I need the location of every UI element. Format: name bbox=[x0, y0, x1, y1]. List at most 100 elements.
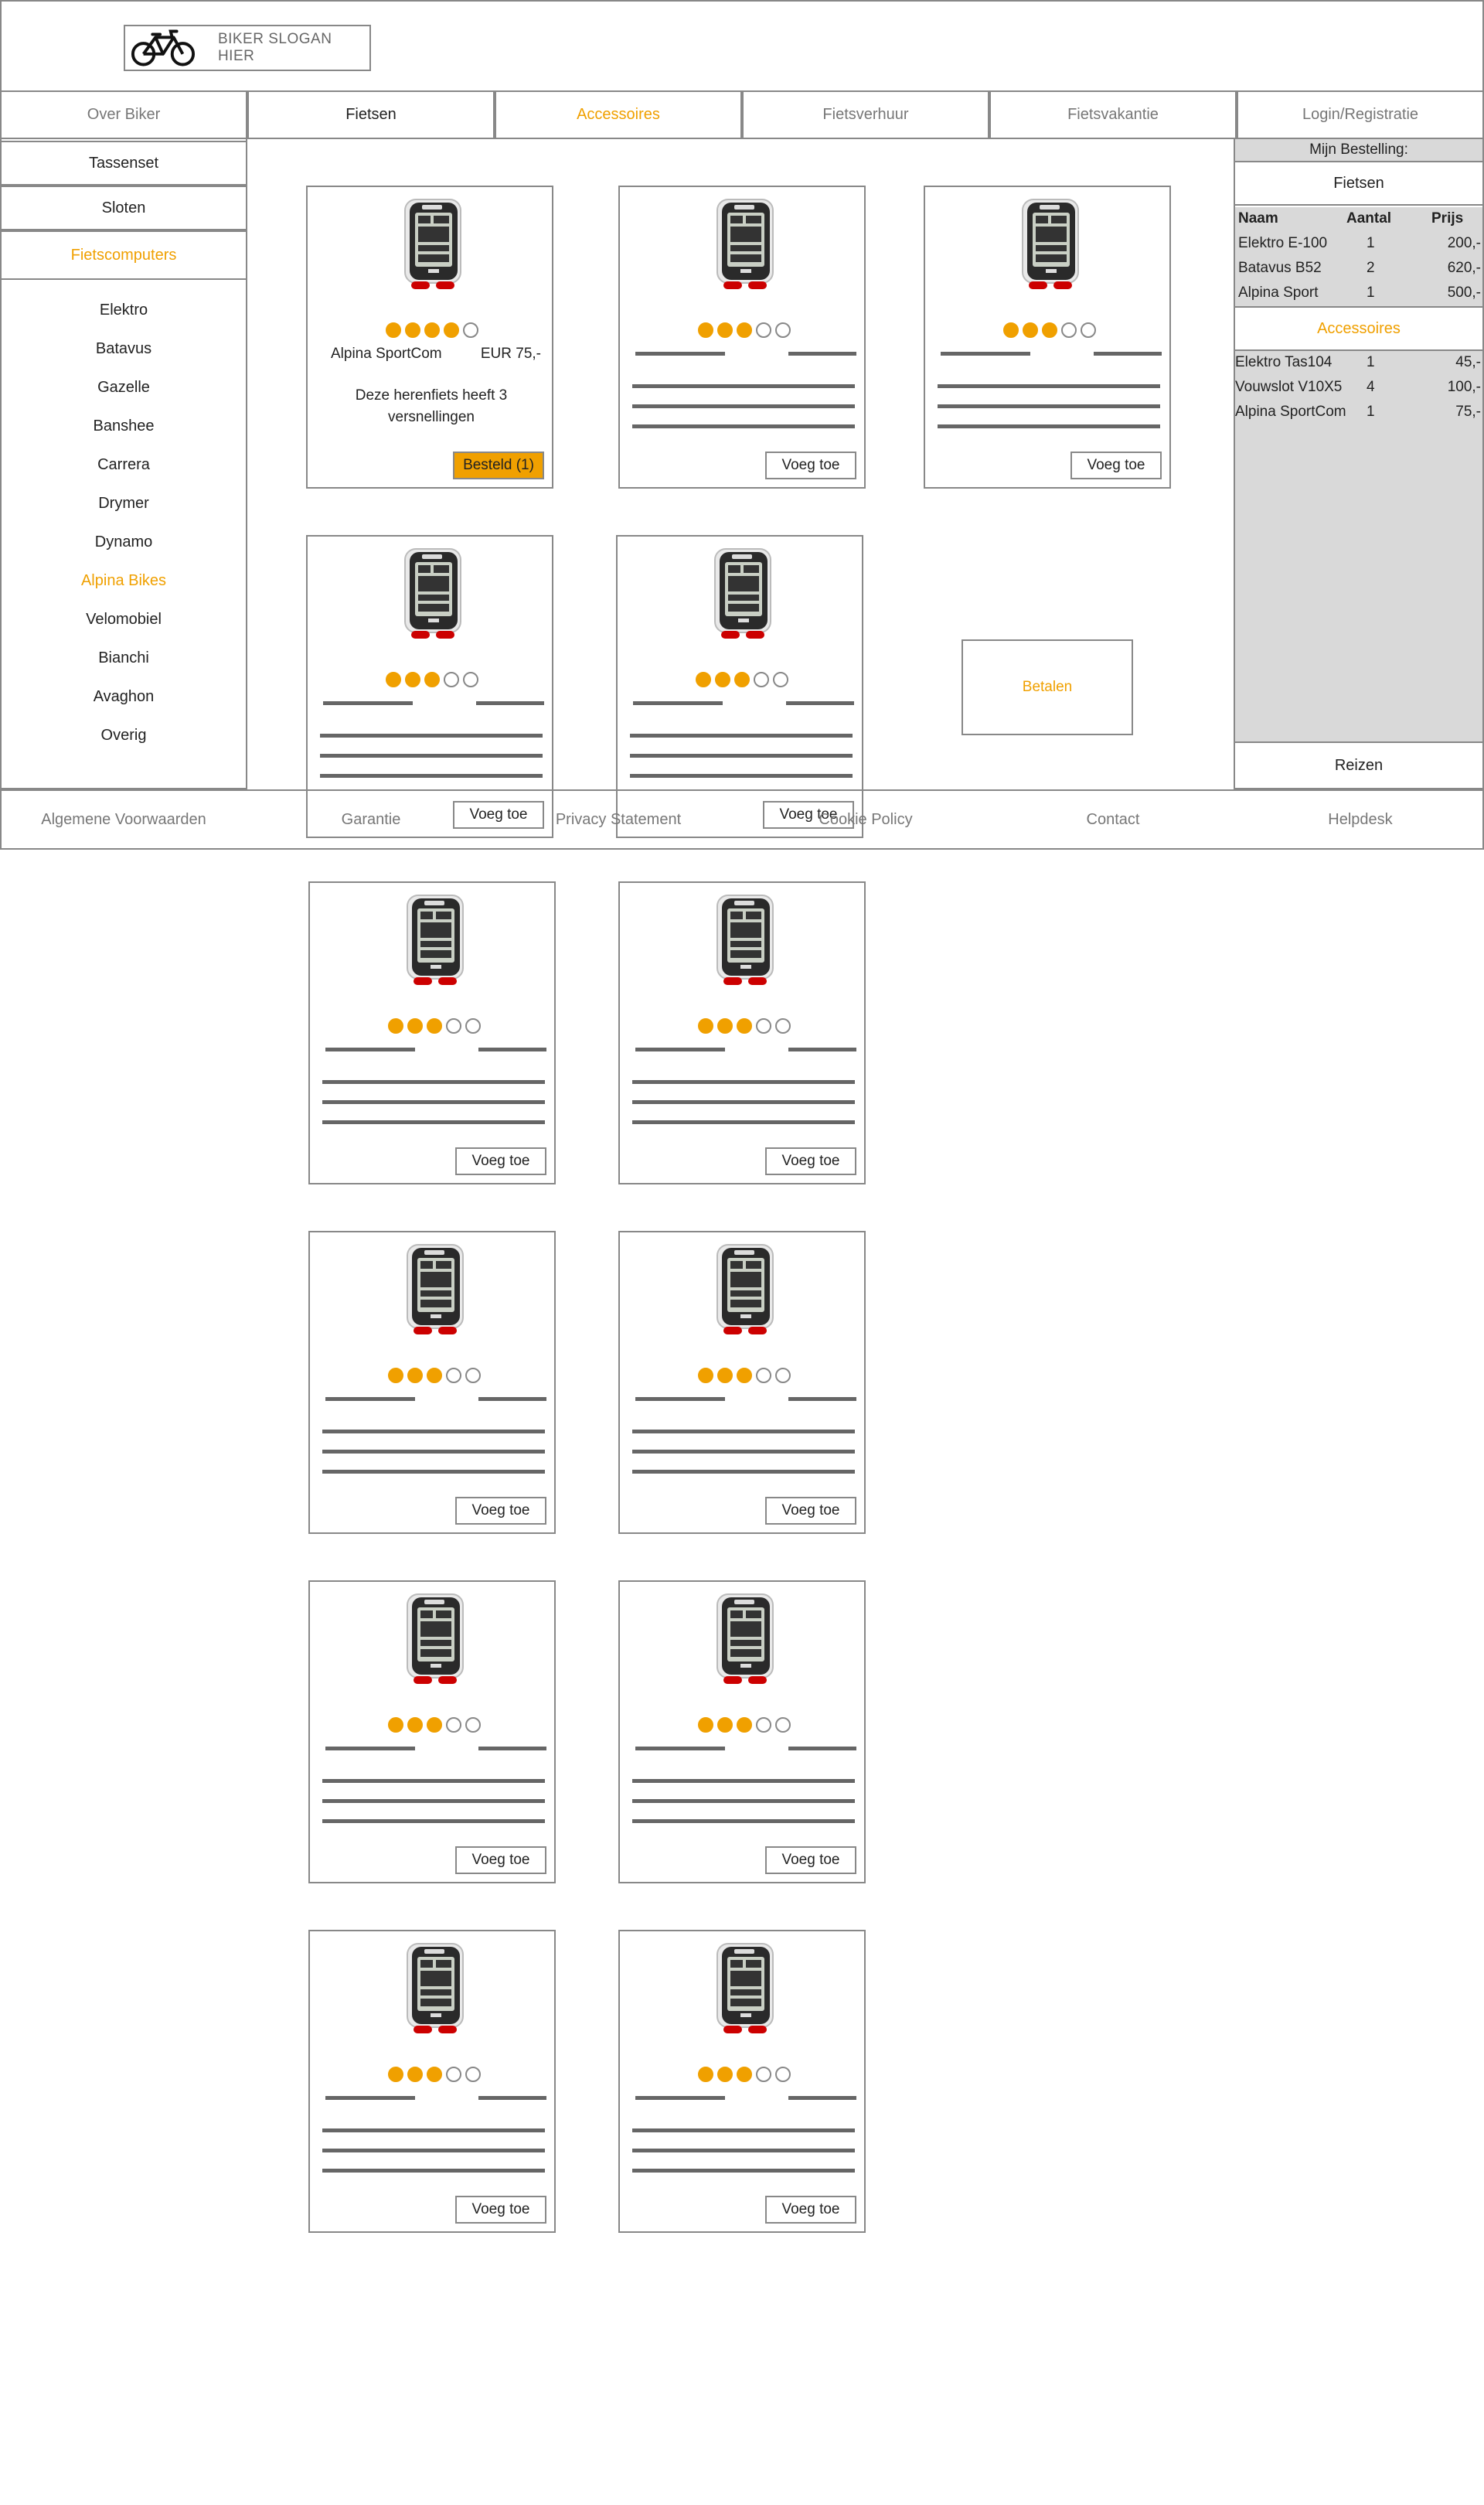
sidebar-brand-item[interactable]: Bianchi bbox=[0, 642, 247, 673]
add-to-cart-button[interactable]: Voeg toe bbox=[765, 452, 856, 479]
sidebar-cat-fietscomputers[interactable]: Fietscomputers bbox=[0, 230, 247, 280]
bike-computer-image bbox=[1022, 199, 1079, 289]
sidebar-brand-item[interactable]: Elektro bbox=[0, 295, 247, 325]
pay-button[interactable]: Betalen bbox=[962, 639, 1133, 735]
placeholder-line bbox=[632, 1470, 855, 1474]
rating-star bbox=[737, 1018, 752, 1034]
placeholder-line bbox=[788, 1747, 856, 1750]
rating-stars bbox=[388, 1717, 481, 1733]
order-item-qty: 4 bbox=[1367, 379, 1375, 395]
sidebar-brand-item[interactable]: Gazelle bbox=[0, 372, 247, 403]
nav-over-biker[interactable]: Over Biker bbox=[0, 92, 247, 139]
bike-computer-image bbox=[404, 548, 461, 639]
placeholder-line bbox=[632, 1799, 855, 1803]
accessories-table: Elektro Tas104 1 45,- Vouwslot V10X5 4 100,- A… bbox=[1235, 351, 1482, 741]
add-to-cart-button[interactable]: Voeg toe bbox=[455, 1846, 546, 1874]
rating-star bbox=[737, 1368, 752, 1383]
rating-star bbox=[698, 1018, 713, 1034]
placeholder-line bbox=[786, 701, 854, 705]
order-row: Elektro Tas104 1 45,- bbox=[1235, 351, 1484, 376]
add-to-cart-button[interactable]: Voeg toe bbox=[765, 1846, 856, 1874]
add-to-cart-button[interactable]: Voeg toe bbox=[455, 1147, 546, 1175]
product-card[interactable]: Voeg toe bbox=[308, 1930, 556, 2233]
placeholder-line bbox=[938, 404, 1160, 408]
nav-fietsverhuur[interactable]: Fietsverhuur bbox=[742, 92, 989, 139]
rating-star bbox=[756, 322, 771, 338]
footer-link-helpdesk[interactable]: Helpdesk bbox=[1237, 789, 1484, 850]
order-accessories-label[interactable]: Accessoires bbox=[1235, 306, 1482, 351]
ordered-button[interactable]: Besteld (1) bbox=[453, 452, 544, 479]
product-card[interactable]: Voeg toe bbox=[924, 186, 1171, 489]
product-card-featured[interactable]: Alpina SportCom EUR 75,- Deze herenfiets h… bbox=[306, 186, 553, 489]
sidebar-brand-item[interactable]: Alpina Bikes bbox=[0, 565, 247, 596]
footer-link-voorwaarden[interactable]: Algemene Voorwaarden bbox=[0, 789, 247, 850]
sidebar-brand-item[interactable]: Banshee bbox=[0, 411, 247, 441]
product-card[interactable]: Voeg toe bbox=[618, 1580, 866, 1883]
order-bikes-label[interactable]: Fietsen bbox=[1235, 161, 1482, 206]
sidebar-brand-item[interactable]: Dynamo bbox=[0, 527, 247, 557]
add-to-cart-button[interactable]: Voeg toe bbox=[455, 1497, 546, 1525]
product-card[interactable]: Voeg toe bbox=[308, 1580, 556, 1883]
rating-stars bbox=[388, 2067, 481, 2082]
product-card[interactable]: Voeg toe bbox=[618, 1930, 866, 2233]
nav-login[interactable]: Login/Registratie bbox=[1237, 92, 1484, 139]
footer-link-cookie[interactable]: Cookie Policy bbox=[742, 789, 989, 850]
order-item-price: 100,- bbox=[1447, 379, 1481, 395]
rating-star bbox=[444, 672, 459, 687]
sidebar-brand-item[interactable]: Velomobiel bbox=[0, 604, 247, 635]
footer-link-contact[interactable]: Contact bbox=[989, 789, 1237, 850]
rating-star bbox=[427, 1368, 442, 1383]
placeholder-line bbox=[632, 1450, 855, 1454]
add-to-cart-button[interactable]: Voeg toe bbox=[1070, 452, 1162, 479]
rating-star bbox=[427, 1717, 442, 1733]
add-to-cart-button[interactable]: Voeg toe bbox=[455, 2196, 546, 2224]
placeholder-line bbox=[632, 424, 855, 428]
nav-fietsvakantie[interactable]: Fietsvakantie bbox=[989, 92, 1237, 139]
sidebar-brand-item[interactable]: Avaghon bbox=[0, 681, 247, 712]
nav-fietsen[interactable]: Fietsen bbox=[247, 92, 495, 139]
bike-computer-image bbox=[407, 895, 464, 985]
sidebar-brand-item[interactable]: Overig bbox=[0, 720, 247, 751]
sidebar-cat-tassenset[interactable]: Tassenset bbox=[0, 141, 247, 186]
rating-star bbox=[407, 1018, 423, 1034]
bicycle-icon bbox=[131, 29, 196, 66]
rating-star bbox=[388, 1018, 403, 1034]
product-card[interactable]: Voeg toe bbox=[618, 186, 866, 489]
product-card[interactable]: Voeg toe bbox=[308, 881, 556, 1184]
product-card[interactable]: Voeg toe bbox=[618, 1231, 866, 1534]
sidebar-brand-item[interactable]: Carrera bbox=[0, 449, 247, 480]
rating-star bbox=[465, 2067, 481, 2082]
footer-link-privacy[interactable]: Privacy Statement bbox=[495, 789, 742, 850]
product-card[interactable]: Voeg toe bbox=[308, 1231, 556, 1534]
placeholder-line bbox=[632, 2128, 855, 2132]
placeholder-line bbox=[323, 701, 413, 705]
add-to-cart-button[interactable]: Voeg toe bbox=[765, 1147, 856, 1175]
rating-star bbox=[1042, 322, 1057, 338]
nav-accessoires[interactable]: Accessoires bbox=[495, 92, 742, 139]
footer-link-garantie[interactable]: Garantie bbox=[247, 789, 495, 850]
order-item-name: Elektro E-100 bbox=[1238, 235, 1328, 251]
order-travel-label[interactable]: Reizen bbox=[1235, 741, 1482, 788]
rating-stars bbox=[698, 2067, 791, 2082]
rating-star bbox=[756, 2067, 771, 2082]
placeholder-line bbox=[938, 384, 1160, 388]
order-item-name: Batavus B52 bbox=[1238, 260, 1322, 276]
product-description: Deze herenfiets heeft 3 versnellingen bbox=[355, 387, 508, 425]
rating-star bbox=[737, 2067, 752, 2082]
placeholder-line bbox=[320, 774, 543, 778]
add-to-cart-button[interactable]: Voeg toe bbox=[765, 2196, 856, 2224]
add-to-cart-button[interactable]: Voeg toe bbox=[765, 1497, 856, 1525]
rating-star bbox=[737, 322, 752, 338]
sidebar-brand-item[interactable]: Drymer bbox=[0, 488, 247, 519]
order-item-qty: 1 bbox=[1367, 235, 1375, 251]
logo[interactable]: BIKER SLOGAN HIER bbox=[124, 25, 371, 71]
sidebar-brand-item[interactable]: Batavus bbox=[0, 333, 247, 364]
order-item-qty: 1 bbox=[1367, 285, 1375, 301]
rating-star bbox=[773, 672, 788, 687]
product-card[interactable]: Voeg toe bbox=[618, 881, 866, 1184]
product-price: EUR 75,- bbox=[480, 346, 541, 362]
rating-star bbox=[717, 322, 733, 338]
rating-star bbox=[427, 2067, 442, 2082]
sidebar-cat-sloten[interactable]: Sloten bbox=[0, 186, 247, 230]
rating-stars bbox=[388, 1018, 481, 1034]
